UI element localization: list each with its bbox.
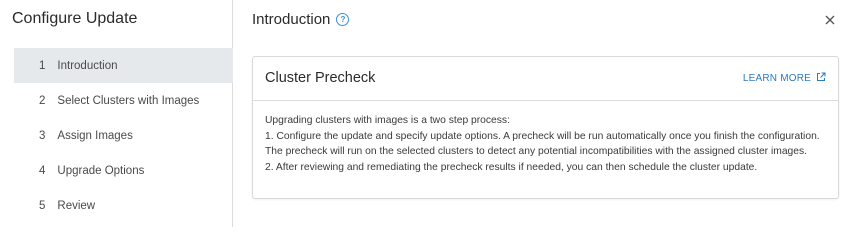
step-label: Upgrade Options — [57, 164, 145, 177]
step-select-clusters[interactable]: 2 Select Clusters with Images — [14, 83, 233, 118]
step-number: 4 — [39, 164, 46, 177]
card-title: Cluster Precheck — [265, 70, 376, 86]
step-number: 3 — [39, 129, 46, 142]
step-number: 2 — [39, 94, 46, 107]
precheck-card: Cluster Precheck LEARN MORE Upgrading cl… — [252, 56, 839, 199]
learn-more-link[interactable]: LEARN MORE — [743, 72, 826, 85]
card-body: Upgrading clusters with images is a two … — [253, 101, 838, 175]
learn-more-label: LEARN MORE — [742, 73, 811, 84]
wizard-steps: 1 Introduction 2 Select Clusters with Im… — [14, 48, 233, 223]
external-link-icon — [811, 72, 826, 85]
wizard-sidebar: Configure Update 1 Introduction 2 Select… — [0, 0, 233, 227]
step-upgrade-options[interactable]: 4 Upgrade Options — [14, 153, 233, 188]
step-label: Select Clusters with Images — [57, 94, 200, 107]
step-label: Introduction — [57, 59, 118, 72]
close-icon[interactable] — [822, 12, 838, 28]
step-label: Assign Images — [57, 129, 133, 142]
wizard-title: Configure Update — [12, 10, 138, 27]
intro-line: Upgrading clusters with images is a two … — [265, 115, 510, 126]
step-introduction[interactable]: 1 Introduction — [14, 48, 233, 83]
step-label: Review — [57, 199, 96, 212]
help-icon[interactable]: ? — [336, 13, 350, 26]
step-one-text: 1. Configure the update and specify upda… — [265, 130, 820, 158]
step-assign-images[interactable]: 3 Assign Images — [14, 118, 233, 153]
step-number: 1 — [39, 59, 46, 72]
card-header: Cluster Precheck LEARN MORE — [253, 57, 838, 101]
page-title: Introduction ? — [252, 11, 350, 28]
step-two-text: 2. After reviewing and remediating the p… — [265, 161, 758, 173]
step-review[interactable]: 5 Review — [14, 188, 233, 223]
page-title-text: Introduction — [252, 11, 331, 28]
step-number: 5 — [39, 199, 46, 212]
